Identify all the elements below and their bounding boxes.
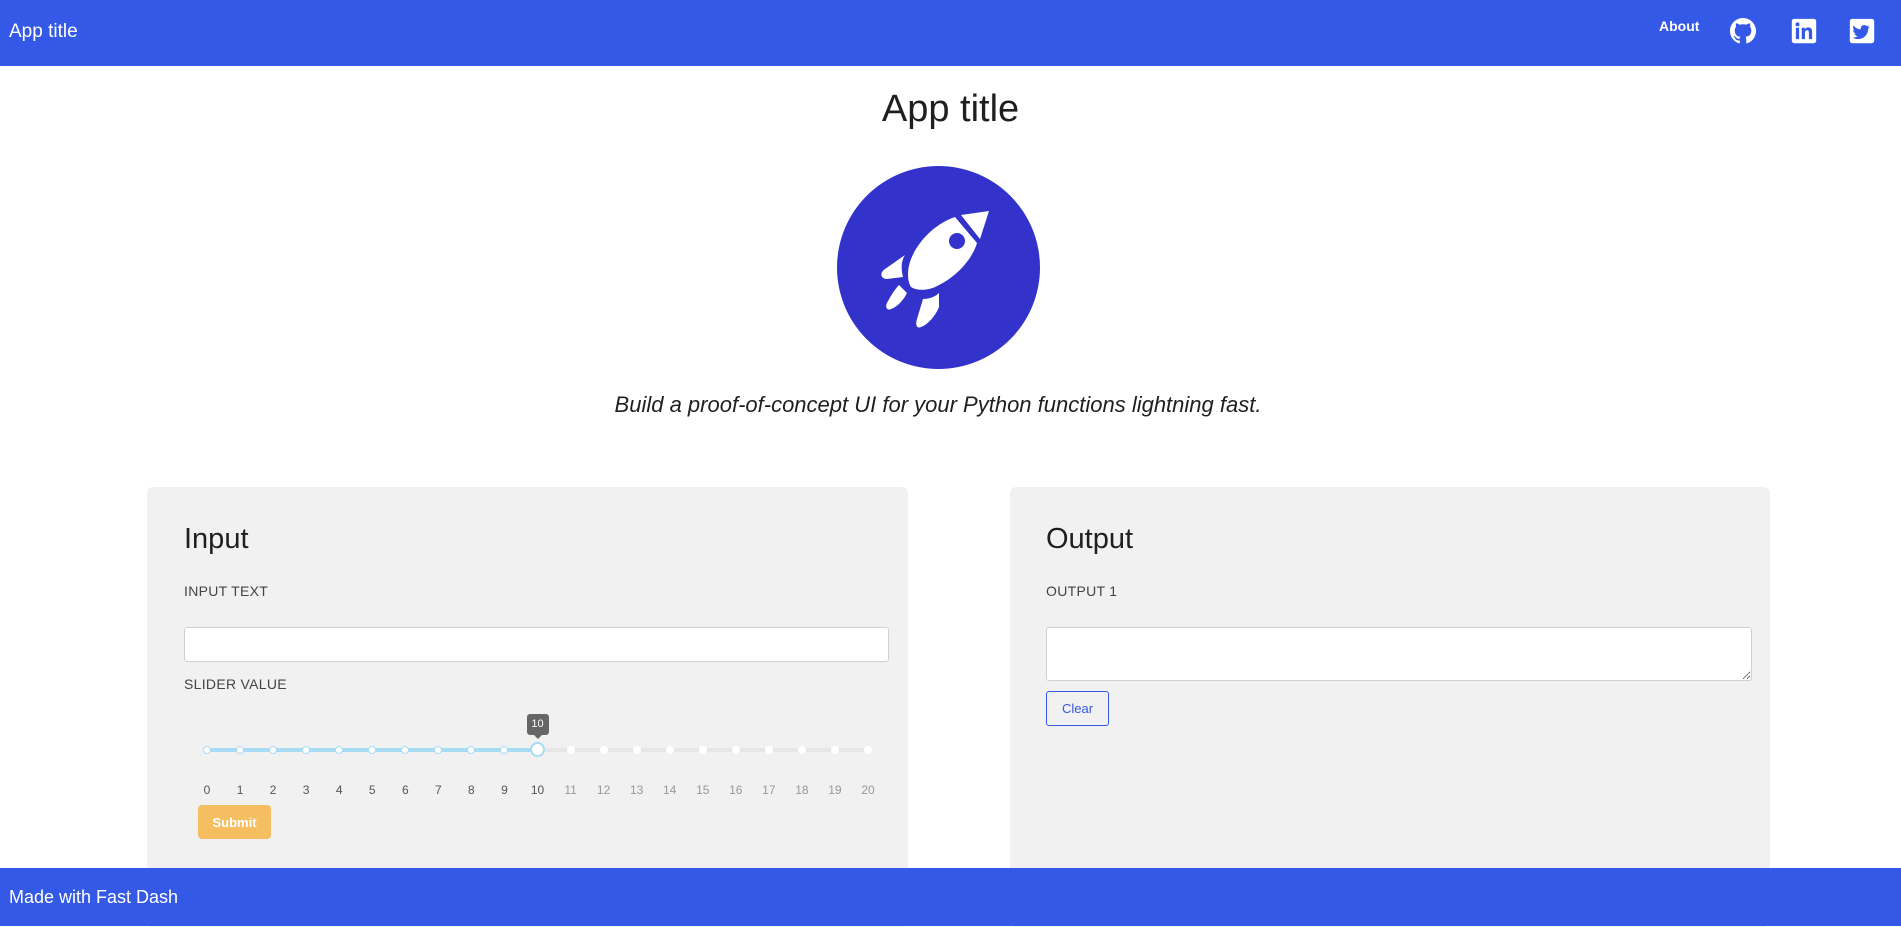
output-card: Output OUTPUT 1 Clear [1010, 487, 1770, 927]
slider-mark-dot[interactable] [269, 746, 278, 754]
slider-mark-dot[interactable] [864, 746, 872, 754]
slider-mark-dot[interactable] [797, 746, 806, 754]
output-1-label: OUTPUT 1 [1046, 583, 1118, 599]
input-card-title: Input [184, 523, 249, 555]
slider-mark-label[interactable]: 4 [336, 783, 343, 797]
output-card-title: Output [1046, 523, 1134, 555]
output-1-textarea[interactable] [1046, 627, 1752, 681]
nav-about-link[interactable]: About [1659, 18, 1699, 34]
slider-mark-label[interactable]: 10 [531, 783, 544, 797]
slider-mark-label[interactable]: 11 [564, 783, 576, 797]
twitter-link[interactable] [1849, 18, 1875, 44]
slider-mark-label[interactable]: 2 [270, 783, 277, 797]
slider-mark-label[interactable]: 13 [630, 783, 643, 797]
slider-mark-label[interactable]: 20 [861, 783, 874, 797]
slider-mark-label[interactable]: 9 [501, 783, 508, 797]
slider-mark-label[interactable]: 16 [729, 783, 742, 797]
github-icon [1730, 18, 1756, 44]
slider-mark-label[interactable]: 6 [402, 783, 409, 797]
slider-mark-dot[interactable] [236, 746, 245, 754]
submit-button[interactable]: Submit [198, 805, 271, 839]
slider-mark-label[interactable]: 8 [468, 783, 475, 797]
slider-tooltip: 10 [526, 714, 549, 739]
input-card: Input INPUT TEXT SLIDER VALUE 0123456789… [147, 487, 908, 927]
slider-mark-label[interactable]: 19 [828, 783, 841, 797]
slider-mark-label[interactable]: 0 [204, 783, 211, 797]
slider-mark-label[interactable]: 17 [762, 783, 775, 797]
slider-mark-dot[interactable] [335, 746, 344, 754]
navbar-brand[interactable]: App title [9, 21, 78, 43]
slider-mark-label[interactable]: 12 [597, 783, 610, 797]
clear-button[interactable]: Clear [1046, 691, 1109, 726]
slider-value-label: SLIDER VALUE [184, 676, 287, 692]
slider-mark-dot[interactable] [731, 746, 740, 754]
slider-mark-dot[interactable] [632, 746, 641, 754]
slider-handle[interactable] [530, 742, 545, 757]
linkedin-link[interactable] [1791, 18, 1817, 44]
twitter-icon [1849, 18, 1875, 44]
slider-mark-dot[interactable] [500, 746, 509, 754]
slider-mark-dot[interactable] [830, 746, 839, 754]
slider-mark-dot[interactable] [467, 746, 476, 754]
slider-mark-dot[interactable] [203, 746, 211, 754]
slider-mark-label[interactable]: 5 [369, 783, 376, 797]
slider-mark-dot[interactable] [434, 746, 443, 754]
slider-mark-label[interactable]: 7 [435, 783, 442, 797]
app-logo [837, 166, 1040, 369]
input-text-label: INPUT TEXT [184, 583, 269, 599]
footer-text: Made with Fast Dash [9, 887, 179, 907]
slider-mark-dot[interactable] [302, 746, 311, 754]
navbar: App title About [0, 0, 1901, 66]
input-text-field[interactable] [184, 627, 889, 662]
github-link[interactable] [1730, 18, 1756, 44]
slider-mark-label[interactable]: 14 [663, 783, 676, 797]
linkedin-icon [1791, 18, 1817, 44]
slider-mark-label[interactable]: 15 [696, 783, 709, 797]
slider-mark-dot[interactable] [665, 746, 674, 754]
slider-mark-dot[interactable] [764, 746, 773, 754]
footer: Made with Fast Dash [0, 868, 1901, 926]
slider-mark-label[interactable]: 3 [303, 783, 310, 797]
slider-mark-dot[interactable] [698, 746, 707, 754]
page-subtitle: Build a proof-of-concept UI for your Pyt… [614, 392, 1262, 417]
slider-mark-dot[interactable] [566, 746, 575, 754]
page-title: App title [881, 88, 1020, 130]
rocket-icon [881, 211, 989, 328]
slider-mark-dot[interactable] [368, 746, 377, 754]
slider-mark-dot[interactable] [401, 746, 410, 754]
slider-mark-label[interactable]: 18 [795, 783, 808, 797]
slider-mark-label[interactable]: 1 [237, 783, 244, 797]
slider-mark-dot[interactable] [599, 746, 608, 754]
slider-value-slider[interactable]: 0 1 2 3 4 5 6 7 8 9 10 11 12 13 14 15 16 17 18 19 20 10 [203, 714, 875, 797]
